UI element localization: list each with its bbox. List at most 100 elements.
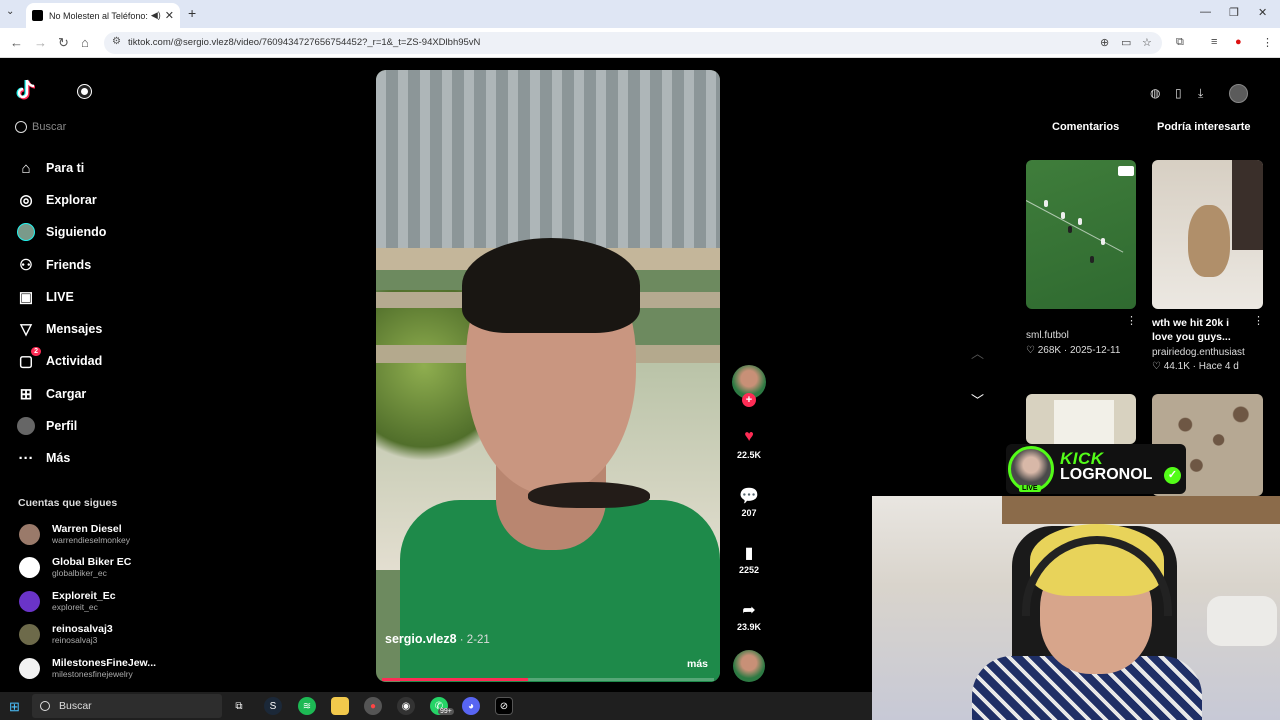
video-more-button[interactable]: más: [687, 658, 708, 670]
bookmark-star-icon[interactable]: ☆: [1142, 36, 1152, 49]
video-progress-bar[interactable]: [382, 678, 714, 681]
bookmark-icon: ▮: [744, 545, 754, 562]
nav-mas[interactable]: ··· Más: [17, 449, 71, 467]
window-close-icon[interactable]: ✕: [1258, 6, 1267, 19]
video-author[interactable]: sergio.vlez8 · 2-21: [385, 632, 490, 646]
nav-explorar[interactable]: ◎ Explorar: [17, 191, 97, 209]
follow-plus-icon[interactable]: +: [742, 393, 756, 407]
like-button[interactable]: ♥ 22.5K: [733, 428, 765, 460]
scoreboard: [1118, 166, 1134, 176]
search-input[interactable]: Buscar: [15, 121, 66, 133]
media-control-icon[interactable]: ≡: [1211, 36, 1217, 48]
recommended-video-thumbnail[interactable]: [1152, 160, 1263, 309]
speaker-icon[interactable]: ◀): [151, 10, 161, 21]
new-tab-icon[interactable]: +: [188, 5, 196, 21]
video-username[interactable]: sergio.vlez8: [385, 632, 457, 646]
nav-para-ti[interactable]: ⌂ Para ti: [17, 159, 84, 177]
omnibox[interactable]: ⚙ tiktok.com/@sergio.vlez8/video/7609434…: [104, 32, 1162, 54]
nav-friends[interactable]: ⚇ Friends: [17, 256, 91, 274]
tab-list-icon[interactable]: ⌄: [6, 6, 14, 17]
tab-comentarios[interactable]: Comentarios: [1052, 121, 1119, 133]
whatsapp-badge: 99+: [438, 708, 454, 715]
minimize-icon[interactable]: —: [1200, 6, 1211, 18]
prairie-dog: [1188, 205, 1230, 277]
nav-perfil[interactable]: Perfil: [17, 417, 77, 435]
card-meta[interactable]: wth we hit 20k i love you guys... prairi…: [1152, 316, 1248, 372]
save-button[interactable]: ▮ 2252: [733, 543, 765, 575]
following-icon: [17, 223, 35, 241]
sound-disc-icon[interactable]: [733, 650, 765, 682]
account-name: Exploreit_Ec: [52, 590, 116, 602]
nav-label: Explorar: [46, 193, 97, 207]
verified-check-icon: ✓: [1164, 467, 1181, 484]
taskbar-search[interactable]: Buscar: [32, 694, 222, 718]
restore-icon[interactable]: ❐: [1229, 6, 1239, 19]
followed-account[interactable]: reinosalvaj3 reinosalvaj3: [19, 623, 113, 645]
tiktok-logo-icon[interactable]: [16, 78, 38, 102]
followed-account[interactable]: Exploreit_Ec exploreit_ec: [19, 590, 116, 612]
video-player[interactable]: sergio.vlez8 · 2-21 más: [376, 70, 720, 682]
reload-icon[interactable]: ↻: [58, 35, 69, 51]
nav-mensajes[interactable]: ▽ Mensajes: [17, 320, 102, 338]
chrome-icon[interactable]: ●: [364, 697, 382, 715]
recommended-video-thumbnail[interactable]: [1026, 160, 1136, 309]
forward-icon[interactable]: →: [34, 35, 47, 50]
activity-icon: ▢ 2: [17, 347, 41, 370]
followed-account[interactable]: MilestonesFineJew... milestonesfinejewelr…: [19, 657, 156, 679]
zoom-icon[interactable]: ⊕: [1100, 36, 1109, 49]
file-explorer-icon[interactable]: [331, 697, 349, 715]
browser-tab[interactable]: No Molesten al Teléfono: Ú ◀) ✕: [26, 3, 180, 28]
card-meta[interactable]: sml.futbol ♡ 268K · 2025-12-11: [1026, 330, 1120, 356]
nav-live[interactable]: ▣ LIVE: [17, 288, 74, 306]
steam-icon[interactable]: S: [264, 697, 282, 715]
heart-outline-icon: ♡: [1026, 345, 1038, 356]
discord-icon[interactable]: ◕: [462, 697, 480, 715]
close-tab-icon[interactable]: ✕: [165, 9, 174, 22]
card-menu-icon[interactable]: ⋮: [1126, 314, 1137, 327]
cast-icon[interactable]: ▭: [1121, 36, 1131, 49]
nav-cargar[interactable]: ⊞ Cargar: [17, 385, 87, 403]
next-video-icon[interactable]: ﹀: [971, 390, 984, 409]
account-name: MilestonesFineJew...: [52, 657, 157, 669]
card-menu-icon[interactable]: ⋮: [1253, 314, 1264, 327]
obs-icon[interactable]: ◉: [397, 697, 415, 715]
like-count: 22.5K: [736, 450, 762, 460]
download-icon[interactable]: ⤓: [1198, 86, 1203, 101]
home-button-icon[interactable]: ⌂: [81, 35, 89, 50]
followed-account[interactable]: Global Biker EC globalbiker_ec: [19, 556, 131, 578]
webcam-overlay: [872, 496, 1280, 720]
heart-icon: ♥: [744, 428, 754, 445]
back-icon[interactable]: ←: [10, 35, 23, 50]
spotify-icon[interactable]: ≋: [298, 697, 316, 715]
nav-siguiendo[interactable]: Siguiendo: [17, 223, 106, 241]
card-author[interactable]: prairiedog.enthusiast: [1152, 347, 1248, 358]
recommended-video-thumbnail[interactable]: [1026, 394, 1136, 444]
nav-actividad[interactable]: ▢ 2 Actividad: [17, 347, 102, 370]
browser-menu-icon[interactable]: ⋮: [1262, 36, 1273, 49]
url-text[interactable]: tiktok.com/@sergio.vlez8/video/760943472…: [128, 37, 480, 48]
previous-video-icon[interactable]: ︿: [971, 343, 984, 362]
capcut-icon[interactable]: ⊘: [495, 697, 513, 715]
comment-icon: 💬: [739, 488, 759, 505]
card-likes: 268K: [1037, 345, 1062, 356]
windows-start-icon[interactable]: ⊞: [9, 699, 20, 715]
task-view-icon[interactable]: ⧉: [230, 697, 248, 715]
site-info-icon[interactable]: ⚙: [112, 36, 121, 47]
user-avatar[interactable]: [1229, 84, 1248, 103]
card-title[interactable]: wth we hit 20k i love you guys...: [1152, 316, 1248, 344]
device-icon[interactable]: ▯: [1175, 86, 1182, 100]
share-button[interactable]: ➦ 23.9K: [733, 600, 765, 632]
followed-account[interactable]: Warren Diesel warrendieselmonkey: [19, 523, 130, 545]
extensions-icon[interactable]: ⧉: [1176, 36, 1184, 49]
comment-button[interactable]: 💬 207: [733, 486, 765, 518]
nav-label: Mensajes: [46, 322, 103, 336]
tab-podria-interesarte[interactable]: Podría interesarte: [1157, 121, 1251, 133]
coin-icon[interactable]: ◍: [1150, 86, 1160, 100]
account-handle: warrendieselmonkey: [52, 535, 130, 545]
address-bar-row: ← → ↻ ⌂ ⚙ tiktok.com/@sergio.vlez8/video…: [0, 28, 1280, 58]
card-author[interactable]: sml.futbol: [1026, 330, 1120, 341]
card-stats: ♡ 268K · 2025-12-11: [1026, 345, 1121, 356]
profile-extension-icon[interactable]: ●: [1235, 36, 1242, 48]
nav-label: Más: [46, 451, 71, 465]
save-count: 2252: [738, 565, 760, 575]
